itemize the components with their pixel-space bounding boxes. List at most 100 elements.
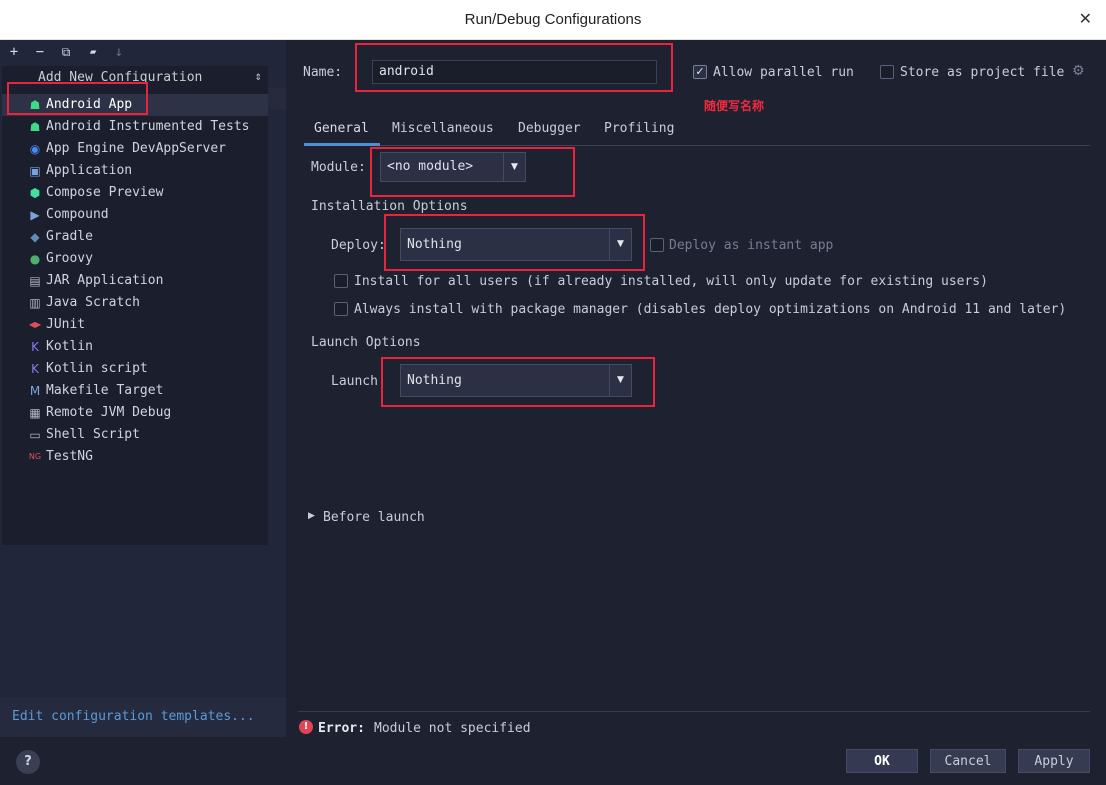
launch-label: Launch: [331, 374, 386, 389]
tree-item-label: App Engine DevAppServer [46, 141, 227, 156]
tree-item[interactable]: K Kotlin script [2, 358, 268, 380]
tree-item[interactable]: ▭ Shell Script [2, 424, 268, 446]
allow-parallel-checkbox[interactable]: ✓ [693, 65, 707, 79]
collapse-all-icon[interactable]: ⇕ [255, 69, 262, 83]
folder-icon[interactable]: ▰ [84, 43, 102, 61]
divider [298, 711, 1090, 712]
java-scratch-icon: ▥ [29, 296, 41, 310]
tree-item-label: Gradle [46, 229, 93, 244]
tree-item[interactable]: ▤ JAR Application [2, 270, 268, 292]
tree-item[interactable]: ▣ Application [2, 160, 268, 182]
compose-icon: ⬢ [29, 186, 41, 200]
tree-item[interactable]: M Makefile Target [2, 380, 268, 402]
tree-item-label: Groovy [46, 251, 93, 266]
deploy-dropdown[interactable]: Nothing ▼ [400, 228, 632, 261]
instant-app-label: Deploy as instant app [669, 238, 834, 253]
remote-debug-icon: ▦ [29, 406, 41, 420]
tab-miscellaneous[interactable]: Miscellaneous [392, 118, 494, 146]
android-test-icon: ☗ [29, 120, 41, 134]
jar-icon: ▤ [29, 274, 41, 288]
store-project-label: Store as project file [900, 65, 1065, 80]
module-value: <no module> [387, 159, 474, 174]
makefile-icon: M [29, 384, 41, 398]
tree-item[interactable]: ▥ Java Scratch [2, 292, 268, 314]
dialog-body: + − ⧉ ▰ ↓ Add New Configuration ⇕ ☗ Andro… [0, 40, 1106, 785]
apply-button[interactable]: Apply [1018, 749, 1090, 773]
tree-item-label: Remote JVM Debug [46, 405, 172, 420]
chevron-down-icon: ▼ [609, 365, 631, 396]
groovy-icon: ● [29, 252, 41, 266]
deploy-label: Deploy: [331, 238, 386, 253]
tab-general[interactable]: General [304, 118, 380, 146]
store-project-checkbox[interactable] [880, 65, 894, 79]
configuration-sidebar: + − ⧉ ▰ ↓ Add New Configuration ⇕ ☗ Andro… [0, 40, 286, 737]
add-icon[interactable]: + [5, 43, 23, 61]
ok-button[interactable]: OK [846, 749, 918, 773]
tree-header: Add New Configuration [38, 70, 203, 85]
edit-templates-link[interactable]: Edit configuration templates... [0, 697, 286, 737]
copy-icon[interactable]: ⧉ [57, 43, 75, 61]
tree-item[interactable]: NG TestNG [2, 446, 268, 468]
shell-icon: ▭ [29, 428, 41, 442]
tree-item[interactable]: ▶ Compound [2, 204, 268, 226]
tree-item-label: Java Scratch [46, 295, 140, 310]
tab-profiling[interactable]: Profiling [604, 118, 674, 146]
tree-item-label: Makefile Target [46, 383, 164, 398]
error-prefix: Error: [318, 721, 365, 736]
tree-item-label: Shell Script [46, 427, 140, 442]
android-icon: ☗ [29, 98, 41, 112]
tree-item[interactable]: ◀▶ JUnit [2, 314, 268, 336]
kotlin-icon: K [31, 340, 39, 354]
name-label: Name: [303, 65, 343, 80]
gradle-icon: ◆ [30, 230, 40, 244]
tree-item[interactable]: ▦ Remote JVM Debug [2, 402, 268, 424]
compound-icon: ▶ [30, 208, 40, 222]
tree-item-label: Kotlin [46, 339, 93, 354]
expand-arrow-icon[interactable]: ▶ [308, 511, 315, 521]
tree-item-label: Android Instrumented Tests [46, 119, 250, 134]
testng-icon: NG [28, 452, 42, 461]
module-dropdown[interactable]: <no module> ▼ [380, 152, 526, 182]
tree-item[interactable]: ◆ Gradle [2, 226, 268, 248]
error-message: Module not specified [374, 721, 531, 736]
tree-item[interactable]: ◉ App Engine DevAppServer [2, 138, 268, 160]
kotlin-script-icon: K [31, 362, 39, 376]
tree-item-label: Kotlin script [46, 361, 148, 376]
help-icon[interactable]: ? [16, 750, 40, 774]
annotation-text: 随便写名称 [704, 99, 765, 113]
tree-item[interactable]: ☗ Android App [2, 94, 268, 116]
tree-item-label: JUnit [46, 317, 86, 332]
allow-parallel-label: Allow parallel run [713, 65, 854, 80]
tree-item[interactable]: K Kotlin [2, 336, 268, 358]
before-launch-label[interactable]: Before launch [323, 510, 425, 525]
install-all-users-checkbox[interactable] [334, 274, 348, 288]
deploy-value: Nothing [407, 237, 462, 252]
always-install-checkbox[interactable] [334, 302, 348, 316]
tree-item-label: Compose Preview [46, 185, 164, 200]
launch-dropdown[interactable]: Nothing ▼ [400, 364, 632, 397]
tab-debugger[interactable]: Debugger [518, 118, 581, 146]
tree-item[interactable]: ● Groovy [2, 248, 268, 270]
tree-item-label: Application [46, 163, 133, 178]
tree-scrollbar[interactable] [268, 88, 286, 109]
launch-heading: Launch Options [311, 335, 421, 350]
tree-item-label: Android App [46, 97, 133, 112]
application-icon: ▣ [29, 164, 41, 178]
tree-item[interactable]: ☗ Android Instrumented Tests [2, 116, 268, 138]
install-all-users-label: Install for all users (if already instal… [354, 274, 988, 289]
cancel-button[interactable]: Cancel [930, 749, 1006, 773]
remove-icon[interactable]: − [31, 43, 49, 61]
dialog-title: Run/Debug Configurations [464, 11, 642, 28]
chevron-down-icon: ▼ [609, 229, 631, 260]
gear-icon[interactable]: ⚙ [1072, 63, 1085, 79]
tree-item[interactable]: ⬢ Compose Preview [2, 182, 268, 204]
configuration-editor: Name: android ✓ Allow parallel run Store… [286, 40, 1106, 737]
dialog-titlebar: Run/Debug Configurations ✕ [0, 0, 1106, 40]
instant-app-checkbox[interactable] [650, 238, 664, 252]
tree-item-label: TestNG [46, 449, 93, 464]
name-input[interactable]: android [372, 60, 657, 84]
error-icon: ! [299, 720, 313, 734]
configuration-tree: Add New Configuration ⇕ ☗ Android App ☗ And… [2, 66, 268, 545]
sort-icon[interactable]: ↓ [110, 43, 128, 61]
close-icon[interactable]: ✕ [1079, 0, 1092, 40]
